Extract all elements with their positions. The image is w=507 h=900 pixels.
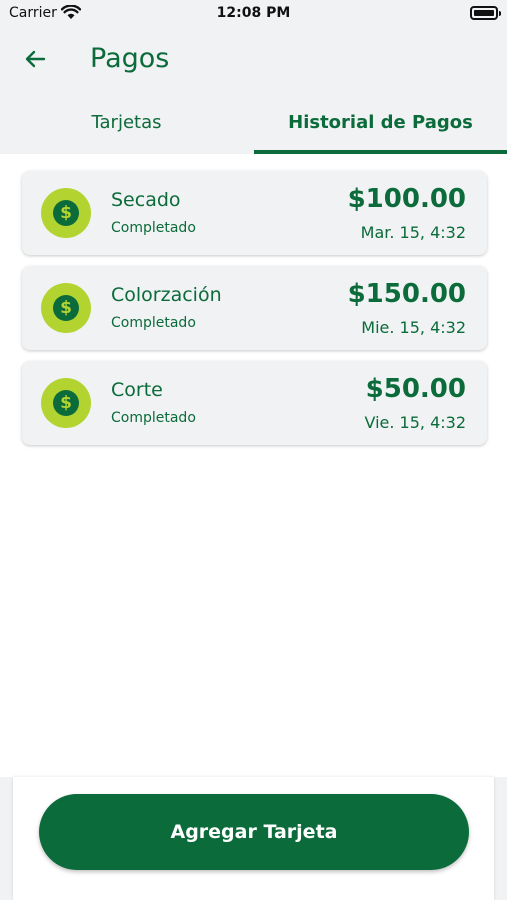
dollar-coin-icon: $ [41,283,91,333]
tab-bar: Tarjetas Historial de Pagos [0,100,507,154]
payment-amount: $50.00 [365,374,466,404]
payment-status: Completado [111,220,196,236]
payment-amount: $100.00 [347,184,466,214]
bottom-edge [494,777,507,900]
back-button[interactable] [20,44,50,74]
payment-name: Colorzación [111,284,222,306]
dollar-coin-icon: $ [41,378,91,428]
tab-label: Historial de Pagos [288,112,473,133]
payment-status: Completado [111,315,196,331]
payment-date: Mar. 15, 4:32 [360,223,466,242]
bottom-edge [0,777,13,900]
payment-name: Secado [111,189,181,211]
tab-historial-de-pagos[interactable]: Historial de Pagos [254,100,507,154]
payment-amount: $150.00 [347,279,466,309]
payment-history-list: $ Secado Completado $100.00 Mar. 15, 4:3… [22,171,487,456]
payment-status: Completado [111,410,196,426]
payment-date: Vie. 15, 4:32 [364,413,466,432]
battery-icon [470,6,501,20]
tab-label: Tarjetas [91,112,162,133]
header-area: Carrier 12:08 PM Pagos Tarjetas Historia… [0,0,507,154]
payments-screen: Carrier 12:08 PM Pagos Tarjetas Historia… [0,0,507,900]
payment-item[interactable]: $ Secado Completado $100.00 Mar. 15, 4:3… [22,171,487,255]
tab-tarjetas[interactable]: Tarjetas [0,100,253,154]
page-title: Pagos [90,43,170,74]
status-bar: Carrier 12:08 PM [0,0,507,28]
active-tab-indicator [254,150,507,154]
payment-name: Corte [111,379,163,401]
payment-date: Mie. 15, 4:32 [361,318,466,337]
add-card-button[interactable]: Agregar Tarjeta [39,794,469,870]
dollar-coin-icon: $ [41,188,91,238]
nav-bar: Pagos [0,28,507,94]
status-time: 12:08 PM [216,5,291,21]
arrow-left-icon [25,50,46,68]
payment-item[interactable]: $ Corte Completado $50.00 Vie. 15, 4:32 [22,361,487,445]
payment-item[interactable]: $ Colorzación Completado $150.00 Mie. 15… [22,266,487,350]
